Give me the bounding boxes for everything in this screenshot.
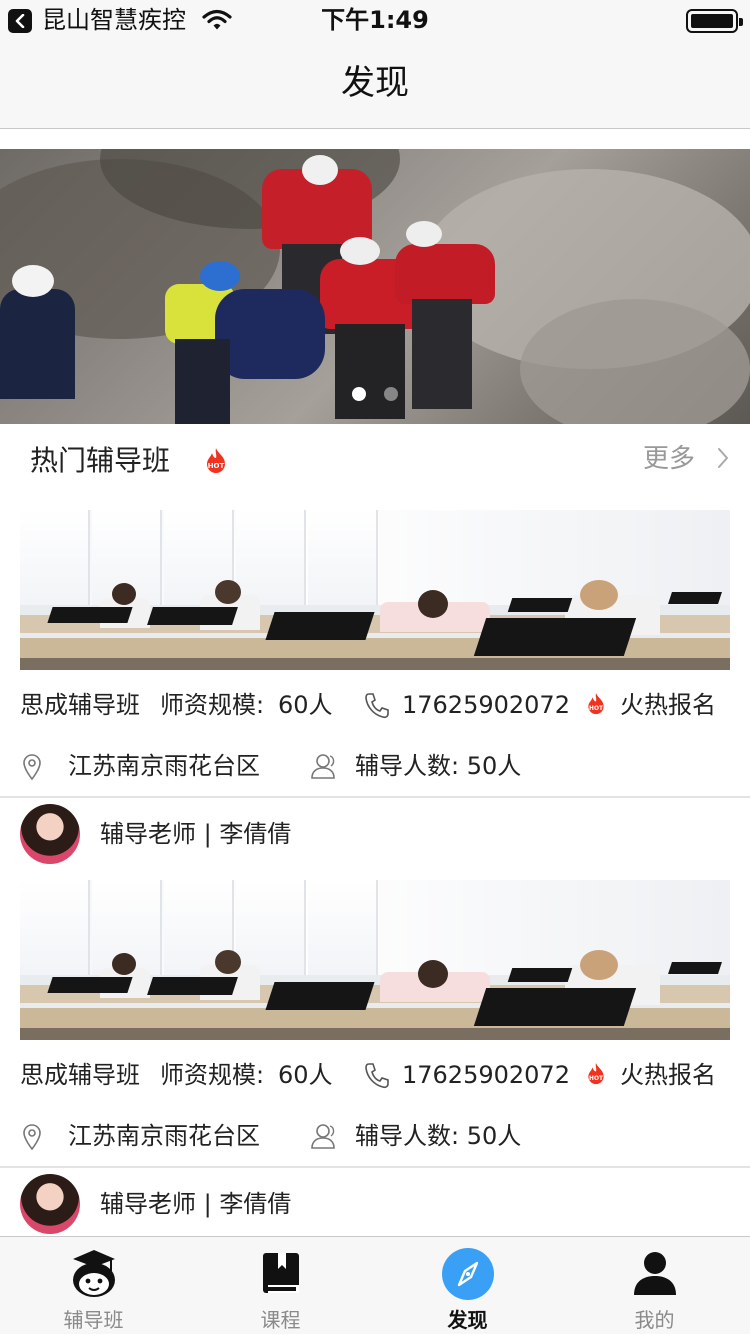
status-time: 下午1:49: [321, 6, 429, 34]
section-title: 热门辅导班: [30, 444, 171, 477]
students-count: 辅导人数: 50人: [355, 752, 522, 780]
svg-text:HOT: HOT: [589, 706, 603, 712]
faculty-label: 师资规模:: [160, 1061, 265, 1089]
tab-tutoring[interactable]: 辅导班: [0, 1237, 187, 1334]
status-bar: 昆山智慧疾控 下午1:49: [0, 0, 750, 40]
more-link[interactable]: 更多: [643, 441, 695, 477]
phone-number[interactable]: 17625902072: [402, 1055, 570, 1095]
chevron-right-icon[interactable]: [716, 446, 730, 470]
teacher-label: 辅导老师 | 李倩倩: [100, 820, 292, 848]
carousel-dot-active[interactable]: [352, 387, 366, 401]
avatar[interactable]: [20, 1174, 80, 1234]
hot-signup-label[interactable]: 火热报名: [620, 685, 716, 725]
location-pin-icon: [23, 754, 41, 781]
faculty-label: 师资规模:: [160, 691, 265, 719]
course-info-row: 思成辅导班 师资规模: 60人 17625902072 HOT 火热报名: [0, 685, 750, 725]
course-image[interactable]: [20, 510, 730, 670]
location-pin-icon: [23, 1124, 41, 1151]
location-text: 江苏南京雨花台区: [68, 1122, 260, 1150]
carousel-indicator: [350, 387, 410, 403]
tab-courses[interactable]: 课程: [187, 1237, 374, 1334]
teacher-label: 辅导老师 | 李倩倩: [100, 1190, 292, 1218]
person-icon: [634, 1252, 676, 1295]
tutor-mascot-icon: [73, 1250, 115, 1297]
course-image[interactable]: [20, 880, 730, 1040]
students-icon: [311, 754, 335, 779]
divider: [0, 1166, 750, 1168]
tab-label: 辅导班: [63, 1308, 124, 1332]
banner-carousel[interactable]: [0, 149, 750, 424]
location-text: 江苏南京雨花台区: [68, 752, 260, 780]
tab-bar: 辅导班 课程 发现 我的: [0, 1236, 750, 1334]
course-name: 思成辅导班: [20, 691, 140, 719]
hot-flame-icon: HOT: [207, 448, 225, 473]
navigation-bar: 发现: [0, 40, 750, 129]
page-title: 发现: [341, 63, 409, 103]
hot-flame-icon: HOT: [588, 1063, 604, 1085]
battery-icon: [686, 9, 743, 33]
svg-text:HOT: HOT: [208, 462, 225, 470]
hot-signup-label[interactable]: 火热报名: [620, 1055, 716, 1095]
tab-label: 发现: [447, 1308, 488, 1332]
course-meta-row: 江苏南京雨花台区 辅导人数: 50人: [0, 1116, 750, 1156]
hot-flame-icon: HOT: [588, 693, 604, 715]
course-meta-row: 江苏南京雨花台区 辅导人数: 50人: [0, 746, 750, 786]
students-icon: [311, 1124, 335, 1149]
phone-icon: [365, 693, 389, 719]
book-icon: [263, 1253, 299, 1293]
tab-label: 我的: [634, 1308, 675, 1332]
faculty-value: 60人: [278, 1061, 333, 1089]
tab-label: 课程: [260, 1308, 301, 1332]
tab-mine[interactable]: 我的: [561, 1237, 748, 1334]
phone-number[interactable]: 17625902072: [402, 685, 570, 725]
compass-icon: [442, 1248, 494, 1300]
course-info-row: 思成辅导班 师资规模: 60人 17625902072 HOT 火热报名: [0, 1055, 750, 1095]
phone-icon: [365, 1063, 389, 1089]
carousel-dot[interactable]: [384, 387, 398, 401]
course-name: 思成辅导班: [20, 1061, 140, 1089]
students-count: 辅导人数: 50人: [355, 1122, 522, 1150]
divider: [0, 796, 750, 798]
tab-discover[interactable]: 发现: [374, 1237, 561, 1334]
svg-text:HOT: HOT: [589, 1076, 603, 1082]
faculty-value: 60人: [278, 691, 333, 719]
avatar[interactable]: [20, 804, 80, 864]
